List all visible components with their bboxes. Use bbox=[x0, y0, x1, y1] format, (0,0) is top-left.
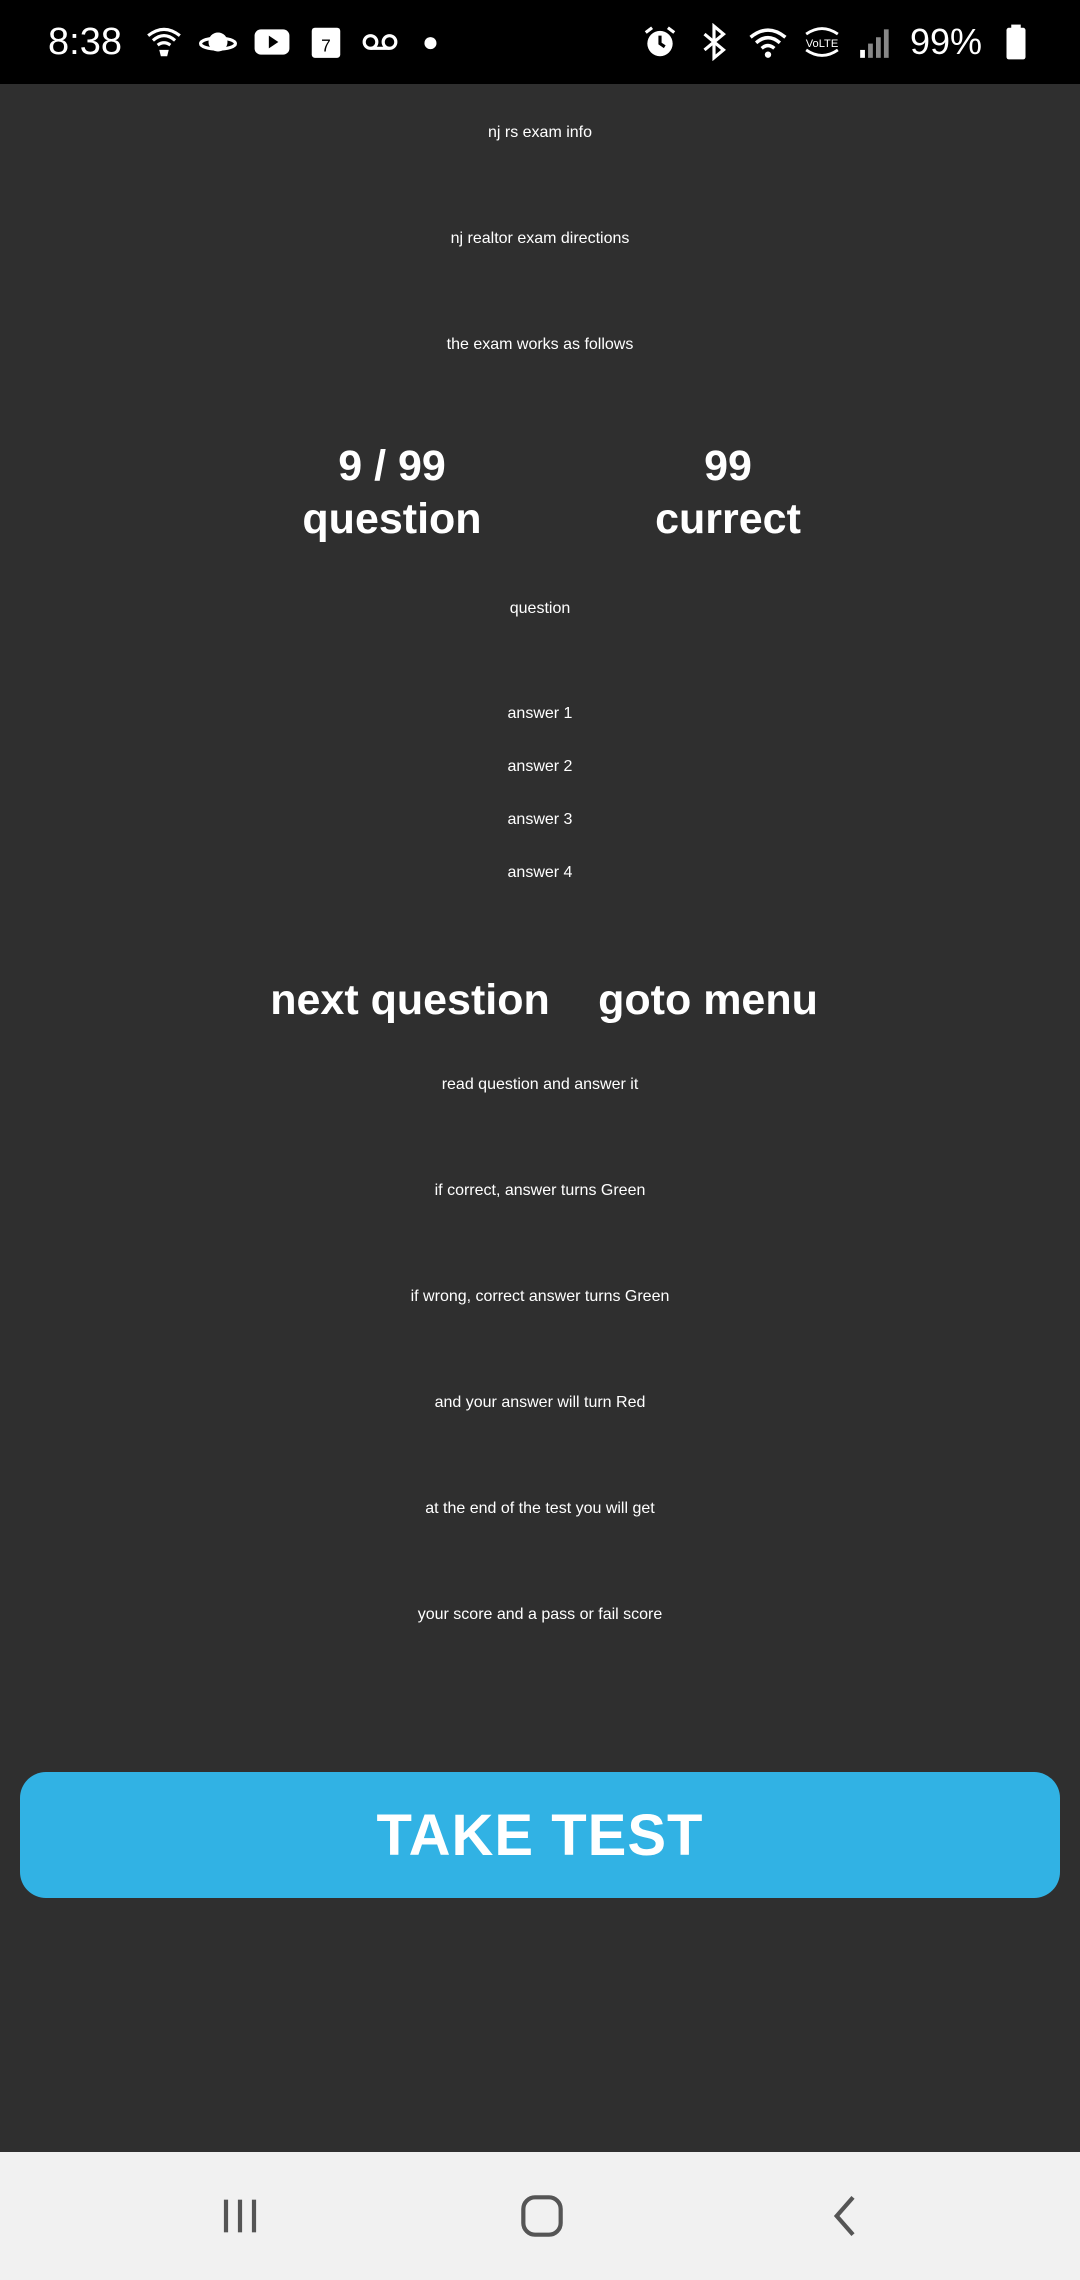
instruction-line: at the end of the test you will get bbox=[425, 1500, 655, 1517]
answer-item: answer 2 bbox=[507, 758, 573, 775]
bluetooth-icon bbox=[694, 22, 734, 62]
battery-icon bbox=[996, 22, 1036, 62]
question-label: question bbox=[509, 600, 571, 617]
page-title: nj rs exam info bbox=[487, 124, 593, 141]
back-icon bbox=[833, 2195, 855, 2237]
next-question-text: next question bbox=[270, 976, 550, 1024]
instruction-line: read question and answer it bbox=[441, 1076, 639, 1093]
goto-menu-text: goto menu bbox=[598, 976, 818, 1024]
volte-icon: VoLTE bbox=[802, 22, 842, 62]
voicemail-icon bbox=[360, 22, 400, 62]
progress-stat: 9 / 99 question bbox=[242, 440, 542, 546]
answer-item: answer 4 bbox=[507, 864, 573, 881]
alarm-icon bbox=[640, 22, 680, 62]
correct-label: currect bbox=[655, 495, 801, 543]
home-button[interactable] bbox=[462, 2152, 622, 2280]
intro-text: the exam works as follows bbox=[446, 336, 634, 353]
calendar-icon: 7 bbox=[306, 22, 346, 62]
volte-label: VoLTE bbox=[806, 38, 838, 50]
signal-icon bbox=[856, 22, 896, 62]
status-bar-right: VoLTE 99% bbox=[640, 21, 1036, 63]
answer-item: answer 3 bbox=[507, 811, 573, 828]
progress-value: 9 / 99 bbox=[338, 442, 446, 490]
instruction-line: if wrong, correct answer turns Green bbox=[410, 1288, 670, 1305]
youtube-icon bbox=[252, 22, 292, 62]
recent-apps-icon bbox=[223, 2199, 257, 2233]
page-subtitle: nj realtor exam directions bbox=[450, 230, 630, 247]
status-time: 8:38 bbox=[48, 20, 122, 63]
battery-percent: 99% bbox=[909, 21, 982, 62]
answer-item: answer 1 bbox=[507, 705, 573, 722]
home-icon bbox=[521, 2195, 563, 2237]
wifi-calling-icon bbox=[144, 22, 184, 62]
correct-stat: 99 currect bbox=[578, 440, 878, 546]
navigation-bar bbox=[0, 2152, 1080, 2280]
correct-value: 99 bbox=[704, 442, 752, 490]
instruction-line: if correct, answer turns Green bbox=[434, 1182, 646, 1199]
wifi-icon bbox=[748, 22, 788, 62]
notification-dot-icon: ● bbox=[421, 26, 439, 57]
instruction-line: your score and a pass or fail score bbox=[417, 1606, 663, 1623]
status-bar-left: 8:38 7 ● bbox=[48, 21, 439, 64]
back-button[interactable] bbox=[766, 2152, 926, 2280]
status-bar: 8:38 7 ● VoLTE 99% bbox=[0, 0, 1080, 84]
calendar-day-text: 7 bbox=[321, 36, 331, 56]
instruction-line: and your answer will turn Red bbox=[434, 1394, 646, 1411]
progress-label: question bbox=[302, 495, 482, 543]
recent-apps-button[interactable] bbox=[160, 2152, 320, 2280]
planet-icon bbox=[198, 22, 238, 62]
take-test-button[interactable]: TAKE TEST bbox=[20, 1772, 1060, 1898]
